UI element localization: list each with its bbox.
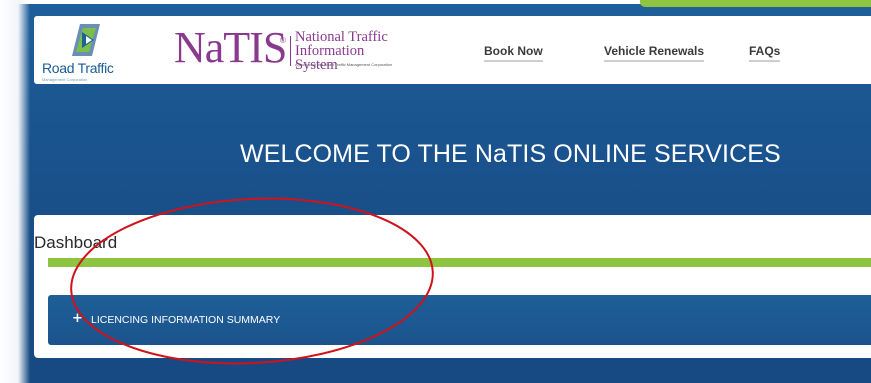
natis-logo-product-line: A product of the Road Traffic Management…: [295, 62, 393, 67]
natis-registered-mark: ®: [280, 36, 286, 45]
road-traffic-logo-text: Road Traffic: [42, 60, 114, 76]
dashboard-title-underline: [48, 258, 871, 267]
road-traffic-logo[interactable]: Road Traffic Management Corporation: [38, 20, 128, 82]
top-green-accent-bar: [640, 0, 871, 7]
nav-faqs[interactable]: FAQs: [749, 44, 781, 62]
plus-icon: +: [72, 311, 83, 326]
natis-logo-divider: [290, 36, 291, 66]
natis-logo-word: NaTIS: [174, 23, 287, 72]
welcome-heading: WELCOME TO THE NaTIS ONLINE SERVICES: [240, 140, 781, 168]
site-header: Road Traffic Management Corporation NaTI…: [34, 16, 871, 84]
accordion-label: LICENCING INFORMATION SUMMARY: [91, 314, 281, 326]
nav-vehicle-renewals[interactable]: Vehicle Renewals: [604, 44, 705, 62]
licencing-summary-accordion[interactable]: + LICENCING INFORMATION SUMMARY: [48, 295, 871, 345]
left-edge-fade: [0, 0, 30, 383]
dashboard-title: Dashboard: [34, 233, 118, 252]
dashboard-panel: Dashboard + LICENCING INFORMATION SUMMAR…: [34, 215, 871, 358]
road-traffic-arrow-icon: [72, 24, 100, 56]
nav-book-now[interactable]: Book Now: [484, 44, 543, 62]
road-traffic-logo-subtext: Management Corporation: [42, 77, 88, 82]
